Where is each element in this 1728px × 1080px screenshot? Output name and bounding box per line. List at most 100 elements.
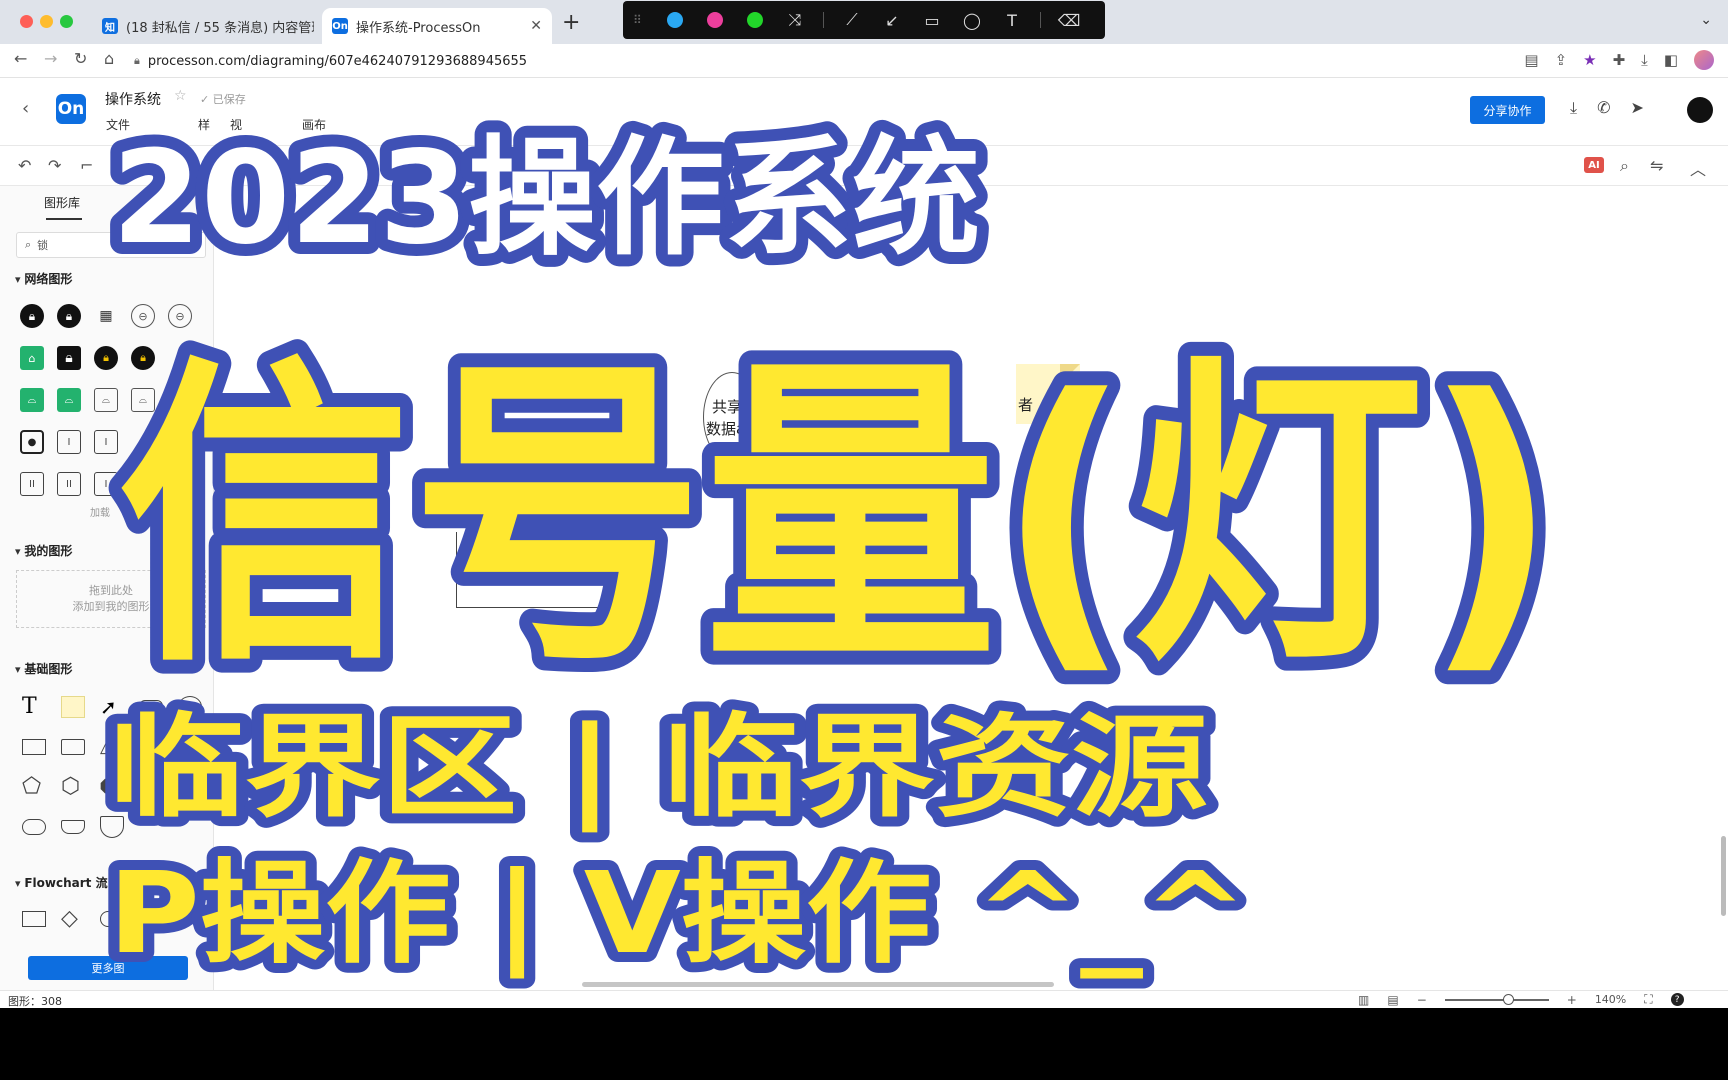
process-icon[interactable] <box>22 911 46 927</box>
note-icon[interactable] <box>61 696 85 718</box>
unlock-icon[interactable]: ⌓ <box>20 388 44 412</box>
drag-handle-icon[interactable]: ⠿ <box>633 13 643 27</box>
section-network-shapes[interactable]: 网络图形 <box>15 270 72 287</box>
clipboard-icon[interactable]: ▤ <box>1524 51 1538 69</box>
zoom-slider-handle[interactable] <box>1502 993 1514 1005</box>
text-icon[interactable]: T <box>22 696 46 718</box>
shop-icon[interactable]: ▦ <box>94 304 118 328</box>
green-bag-icon[interactable]: ⌂ <box>20 346 44 370</box>
shuffle-icon[interactable]: ⤨ <box>775 1 815 39</box>
unlock-outline-icon[interactable]: ⌓ <box>94 388 118 412</box>
section-basic-shapes[interactable]: 基础图形 <box>15 660 72 677</box>
minimize-window-button[interactable] <box>40 15 53 28</box>
lock-outline-icon[interactable]: I <box>94 430 118 454</box>
rectangle-icon[interactable] <box>61 739 85 755</box>
color-blue-button[interactable] <box>667 12 683 28</box>
close-tab-icon[interactable]: ✕ <box>530 18 542 34</box>
maximize-window-button[interactable] <box>60 15 73 28</box>
lock-icon[interactable]: 🔒︎ <box>20 304 44 328</box>
undo-icon[interactable]: ↶ <box>18 156 31 175</box>
fullscreen-icon[interactable]: ⛶ <box>1644 992 1652 1007</box>
circle-icon[interactable] <box>178 696 202 718</box>
tab-processon[interactable]: On 操作系统-ProcessOn ✕ <box>322 8 552 44</box>
bookmark-star-icon[interactable]: ★ <box>1583 51 1596 69</box>
lock-icon[interactable]: 🔒︎ <box>94 346 118 370</box>
back-icon[interactable]: ← <box>14 49 27 68</box>
processon-logo[interactable]: On <box>56 94 86 124</box>
document-title[interactable]: 操作系统 <box>105 89 161 109</box>
tab-zhihu[interactable]: 知 (18 封私信 / 55 条消息) 内容管理 <box>92 8 324 44</box>
phone-icon[interactable]: ✆ <box>1597 98 1610 118</box>
tab-shape-library[interactable]: 图形库 <box>44 194 80 211</box>
color-pink-button[interactable] <box>707 12 723 28</box>
load-more-link[interactable]: 加载 <box>90 504 110 519</box>
forward-icon[interactable]: → <box>44 49 57 68</box>
reload-icon[interactable]: ↻ <box>74 49 87 68</box>
help-icon[interactable]: ? <box>1670 993 1684 1006</box>
lock-outline-icon[interactable]: II <box>20 472 44 496</box>
lock-icon[interactable]: 🔒︎ <box>131 346 155 370</box>
horizontal-scrollbar[interactable] <box>582 982 1054 987</box>
lock-icon[interactable] <box>131 472 155 496</box>
unlock-circle-icon[interactable]: ⊖ <box>131 304 155 328</box>
lock-icon[interactable] <box>168 472 192 496</box>
text-icon[interactable]: T <box>992 1 1032 39</box>
color-green-button[interactable] <box>747 12 763 28</box>
unlock-circle-icon[interactable]: ⊖ <box>168 304 192 328</box>
chevron-left-icon[interactable]: ‹ <box>22 98 29 119</box>
arrow-icon[interactable]: ➚ <box>100 696 124 718</box>
home-icon[interactable]: ⌂ <box>104 49 114 68</box>
new-tab-button[interactable]: + <box>562 10 580 35</box>
diagram-box[interactable] <box>456 532 626 608</box>
send-icon[interactable]: ➤ <box>1630 98 1643 118</box>
sidebar-icon[interactable]: ◧ <box>1664 51 1678 69</box>
lock-outline-icon[interactable]: ● <box>20 430 44 454</box>
format-painter-icon[interactable]: ⌐ <box>80 156 93 175</box>
menu-canvas[interactable]: 画布 <box>302 116 326 133</box>
diagram-circle-node[interactable] <box>703 372 761 462</box>
lock-icon[interactable] <box>168 430 192 454</box>
unlock-outline-icon[interactable]: ⌓ <box>131 388 155 412</box>
user-avatar[interactable] <box>1687 97 1713 123</box>
shield-icon[interactable] <box>100 816 124 838</box>
profile-avatar[interactable] <box>1694 50 1714 70</box>
menu-file[interactable]: 文件 <box>106 116 130 133</box>
star-icon[interactable]: ☆ <box>174 88 187 104</box>
section-my-shapes[interactable]: 我的图形 <box>15 542 72 559</box>
circle-icon[interactable]: ◯ <box>952 1 992 39</box>
rounded-rect-icon[interactable] <box>139 700 163 714</box>
zoom-slider[interactable] <box>1444 993 1549 1005</box>
menu-style[interactable]: 样 <box>198 116 210 133</box>
terminator-icon[interactable] <box>100 911 124 927</box>
lock-icon[interactable]: 🔒︎ <box>57 346 81 370</box>
redo-icon[interactable]: ↷ <box>48 156 61 175</box>
share-icon[interactable]: ⇪ <box>1555 51 1568 69</box>
section-flowchart[interactable]: Flowchart 流 <box>15 874 107 891</box>
vertical-scrollbar[interactable] <box>1721 836 1726 916</box>
search-replace-icon[interactable]: ⌕ <box>1620 156 1629 176</box>
close-window-button[interactable] <box>20 15 33 28</box>
triangle-icon[interactable]: △ <box>100 736 124 758</box>
chevron-down-icon[interactable]: ⌄ <box>1700 12 1712 28</box>
menu-view[interactable]: 视 <box>230 116 242 133</box>
banner-icon[interactable] <box>61 820 85 834</box>
lock-icon[interactable]: 🔒︎ <box>57 304 81 328</box>
hexagon-icon[interactable]: ⬡ <box>61 776 85 798</box>
eraser-icon[interactable]: ⌫ <box>1049 1 1089 39</box>
layout-icon[interactable]: ▥ <box>1358 993 1369 1007</box>
lock-icon[interactable] <box>168 388 192 412</box>
lock-outline-icon[interactable]: I <box>94 472 118 496</box>
diagram-canvas[interactable] <box>214 186 1728 984</box>
zoom-out-icon[interactable]: − <box>1417 993 1427 1007</box>
decision-icon[interactable]: ◇ <box>61 908 85 930</box>
zoom-in-icon[interactable]: + <box>1567 993 1577 1007</box>
lock-icon[interactable] <box>131 430 155 454</box>
settings-sliders-icon[interactable]: ⇋ <box>1650 156 1663 175</box>
arrow-icon[interactable]: ↙ <box>872 1 912 39</box>
unlock-icon[interactable]: ⌓ <box>57 388 81 412</box>
ai-button[interactable]: AI <box>1584 157 1604 173</box>
line-icon[interactable]: ⟋ <box>832 1 872 39</box>
more-shapes-button[interactable]: 更多图 <box>28 956 188 980</box>
shape-search-input[interactable]: ⌕ 锁 <box>16 232 206 258</box>
collapse-icon[interactable]: ︿ <box>1690 156 1706 180</box>
